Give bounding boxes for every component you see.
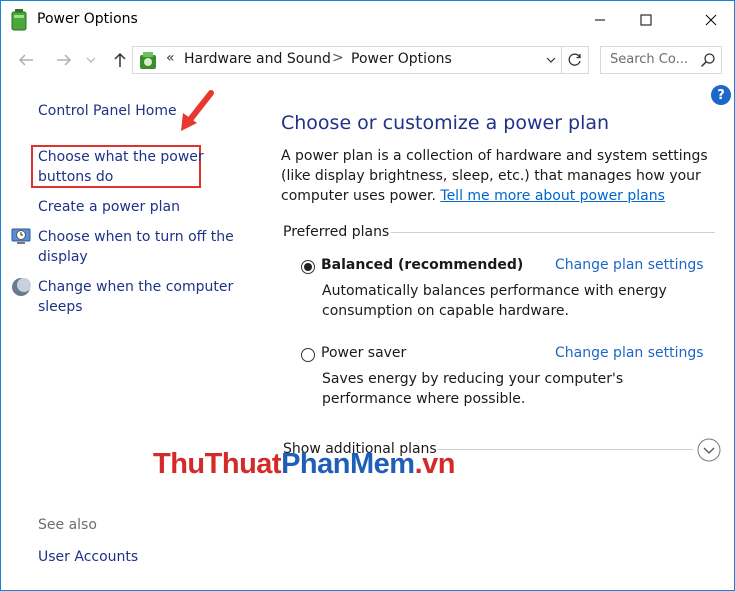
red-arrow-annotation: [181, 90, 214, 131]
change-plan-settings-balanced-link[interactable]: Change plan settings: [555, 257, 704, 273]
plan-desc-balanced: Automatically balances performance with …: [322, 283, 667, 319]
learn-more-link[interactable]: Tell me more about power plans: [440, 188, 665, 204]
maximize-button[interactable]: [623, 1, 669, 39]
minimize-button[interactable]: [577, 1, 623, 39]
search-box[interactable]: Search Co...: [600, 46, 722, 74]
up-button[interactable]: [107, 47, 133, 73]
moon-sleep-icon: [12, 278, 31, 296]
chevron-down-icon: [546, 57, 556, 63]
breadcrumb-overflow[interactable]: «: [166, 50, 175, 66]
back-arrow-icon: [18, 54, 33, 66]
page-description: A power plan is a collection of hardware…: [281, 146, 721, 206]
navigation-bar: « Hardware and Sound > Power Options Sea…: [1, 41, 734, 79]
recent-locations-button[interactable]: [83, 47, 99, 73]
refresh-icon: [568, 53, 581, 66]
watermark: ThuThuatPhanMem.vn: [153, 448, 455, 481]
address-dropdown-button[interactable]: [540, 48, 562, 72]
sidebar-item-turn-off-display[interactable]: Choose when to turn off the display: [38, 227, 238, 267]
breadcrumb-separator[interactable]: >: [332, 50, 344, 66]
breadcrumb-hardware-and-sound[interactable]: Hardware and Sound: [184, 51, 331, 67]
sidebar-item-computer-sleeps[interactable]: Change when the computer sleeps: [38, 277, 238, 317]
search-input[interactable]: Search Co...: [610, 52, 688, 67]
power-saver-radio[interactable]: [301, 348, 315, 362]
divider: [391, 232, 715, 233]
close-button[interactable]: [688, 1, 734, 39]
sidebar-item-create-plan[interactable]: Create a power plan: [38, 197, 180, 217]
help-button[interactable]: ?: [711, 85, 731, 105]
plan-name-balanced[interactable]: Balanced (recommended): [321, 257, 523, 273]
close-icon: [705, 14, 717, 26]
chevron-down-icon: [86, 57, 96, 63]
watermark-part-3: .vn: [414, 448, 456, 480]
left-pane: Control Panel Home Choose what the power…: [1, 81, 261, 591]
forward-arrow-icon: [57, 54, 72, 66]
divider: [437, 449, 693, 450]
see-also-heading: See also: [38, 517, 97, 533]
expand-chevron-icon[interactable]: [697, 438, 721, 462]
plan-desc-power-saver: Saves energy by reducing your computer's…: [322, 371, 624, 407]
back-button[interactable]: [13, 47, 39, 73]
display-clock-icon: [11, 228, 31, 244]
preferred-plans-label: Preferred plans: [283, 224, 390, 240]
up-arrow-icon: [114, 52, 126, 67]
battery-app-icon: [11, 9, 27, 31]
control-panel-icon: [140, 52, 156, 69]
control-panel-home-link[interactable]: Control Panel Home: [38, 101, 177, 121]
plan-name-power-saver[interactable]: Power saver: [321, 345, 406, 361]
address-bar[interactable]: « Hardware and Sound > Power Options: [132, 46, 562, 74]
minimize-icon: [595, 19, 605, 21]
maximize-icon: [640, 14, 652, 26]
forward-button[interactable]: [51, 47, 77, 73]
sidebar-item-power-buttons[interactable]: Choose what the power buttons do: [38, 147, 208, 187]
title-bar: Power Options: [1, 1, 734, 39]
power-options-window: Power Options « Hardware and Sound > Pow…: [0, 0, 735, 591]
see-also-user-accounts-link[interactable]: User Accounts: [38, 547, 138, 567]
search-icon[interactable]: [700, 52, 716, 68]
window-title: Power Options: [37, 11, 138, 27]
watermark-part-2: PhanMem: [281, 448, 415, 480]
balanced-radio[interactable]: [301, 260, 315, 274]
breadcrumb-power-options[interactable]: Power Options: [351, 51, 452, 67]
change-plan-settings-power-saver-link[interactable]: Change plan settings: [555, 345, 704, 361]
page-title: Choose or customize a power plan: [281, 112, 610, 134]
watermark-part-1: ThuThuat: [153, 448, 282, 480]
refresh-button[interactable]: [562, 46, 589, 74]
